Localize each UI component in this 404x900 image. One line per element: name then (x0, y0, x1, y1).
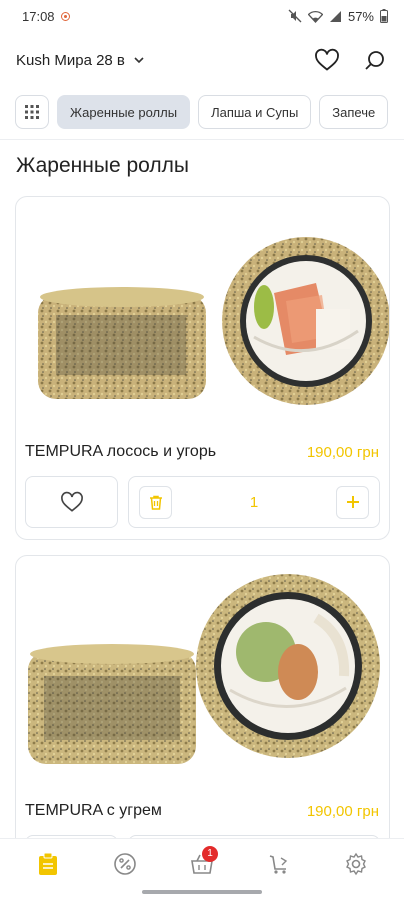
product-info: TEMPURA с угрем 190,00 грн (25, 802, 379, 820)
cart-badge: 1 (201, 845, 218, 862)
product-name: TEMPURA с угрем (25, 802, 162, 819)
wifi-icon (307, 10, 323, 23)
section-title: Жаренные роллы (16, 154, 189, 177)
percent-icon (114, 852, 136, 875)
header-divider (0, 139, 404, 140)
all-categories-button[interactable] (15, 95, 49, 129)
mute-icon (288, 9, 302, 23)
cart-icon (269, 854, 287, 874)
location-label: Kush Мира 28 в (16, 51, 125, 69)
product-image (28, 574, 380, 764)
nav-settings[interactable] (336, 844, 376, 884)
recording-icon (60, 11, 70, 21)
quantity-value: 1 (249, 493, 259, 511)
grid-icon (25, 105, 39, 119)
tab-baked[interactable]: Запече (319, 95, 389, 129)
plus-icon (346, 496, 359, 508)
heart-icon (60, 491, 83, 512)
location-selector[interactable]: Kush Мира 28 в (16, 52, 145, 69)
battery-percent: 57% (347, 8, 374, 24)
bottom-nav: 1 (0, 838, 404, 888)
nav-basket[interactable]: 1 (182, 844, 222, 884)
increment-button[interactable] (336, 485, 369, 519)
settings-icon (345, 852, 366, 875)
status-time: 17:08 (22, 8, 55, 24)
product-card[interactable]: TEMPURA лосось и угорь 190,00 грн 1 (15, 196, 390, 540)
trash-icon (149, 495, 162, 510)
product-image (38, 237, 389, 405)
menu-icon (39, 852, 58, 875)
top-bar: Kush Мира 28 в (0, 40, 404, 80)
battery-icon (380, 9, 388, 23)
quantity-stepper[interactable]: 1 (128, 476, 380, 528)
product-price: 190,00 грн (306, 443, 379, 461)
category-tabs: Жаренные роллы Лапша и Супы Запече (0, 94, 404, 130)
tab-noodles-soups[interactable]: Лапша и Супы (198, 95, 312, 129)
product-name: TEMPURA лосось и угорь (25, 443, 217, 460)
home-indicator[interactable] (142, 890, 262, 894)
signal-icon (329, 10, 341, 22)
tab-fried-rolls[interactable]: Жаренные роллы (57, 95, 191, 129)
add-to-favorites-button[interactable] (25, 476, 118, 528)
heart-icon (315, 48, 339, 71)
chevron-down-icon (134, 57, 144, 64)
product-card[interactable]: TEMPURA с угрем 190,00 грн (15, 555, 390, 855)
nav-promotions[interactable] (105, 844, 145, 884)
product-actions: 1 (25, 476, 380, 528)
favorites-button[interactable] (314, 47, 340, 73)
search-icon (365, 51, 384, 70)
nav-cart[interactable] (259, 844, 299, 884)
product-info: TEMPURA лосось и угорь 190,00 грн (25, 443, 379, 461)
search-button[interactable] (362, 47, 388, 73)
remove-button[interactable] (139, 485, 172, 519)
product-price: 190,00 грн (306, 802, 379, 820)
nav-menu[interactable] (28, 844, 68, 884)
status-bar: 17:08 57% (0, 0, 404, 32)
